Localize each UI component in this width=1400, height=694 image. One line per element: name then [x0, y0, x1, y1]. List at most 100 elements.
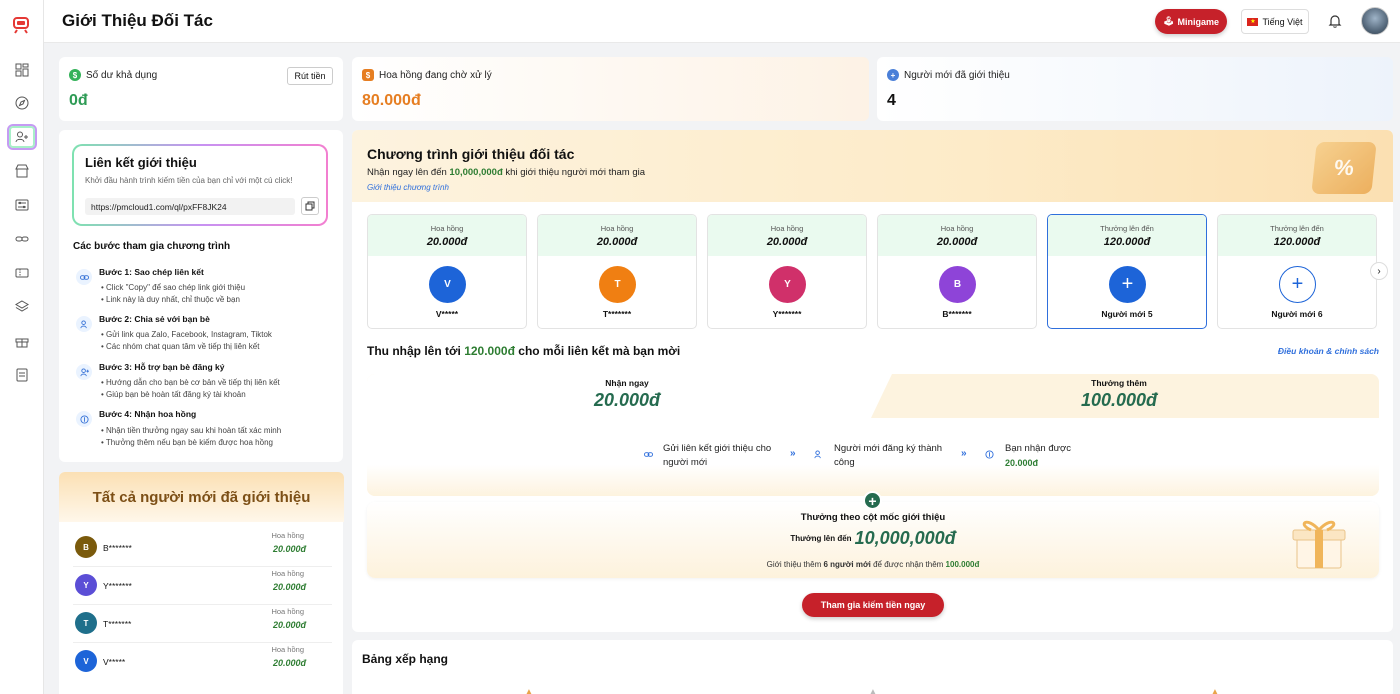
pending-commission-card: $ Hoa hồng đang chờ xử lý 80.000đ — [352, 57, 869, 121]
referral-link-box: Liên kết giới thiệu Khởi đầu hành trình … — [72, 144, 328, 226]
steps-title: Các bước tham gia chương trình — [73, 241, 231, 252]
copy-icon — [305, 201, 315, 211]
pending-label: Hoa hồng đang chờ xử lý — [379, 70, 492, 81]
referred-label: Người mới đã giới thiệu — [904, 70, 1010, 81]
crown-icon: ▲ — [868, 687, 878, 694]
copy-button[interactable] — [301, 197, 319, 215]
terms-link[interactable]: Điều khoản & chính sách — [1278, 346, 1379, 356]
avatar: B — [75, 536, 97, 558]
gift-box-icon — [1292, 520, 1346, 569]
step-3-line-1: • Hướng dẫn cho bạn bè cơ bản về tiếp th… — [101, 378, 280, 387]
withdraw-button[interactable]: Rút tiền — [287, 67, 333, 85]
document-icon[interactable] — [7, 362, 37, 388]
list-item: Y Y******* Hoa hồng 20.000đ — [73, 567, 332, 605]
plus-icon: + — [863, 491, 882, 510]
double-chevron-icon: » — [790, 448, 796, 459]
page-title: Giới Thiệu Đối Tác — [62, 11, 213, 30]
slot-value: 20.000đ — [766, 236, 808, 248]
referral-slot-empty[interactable]: Thưởng lên đến 120.000đ + Người mới 6 — [1217, 214, 1377, 329]
ticket-icon[interactable] — [7, 260, 37, 286]
slot-value: 120.000đ — [1273, 236, 1321, 248]
join-earn-button[interactable]: Tham gia kiếm tiền ngay — [802, 593, 944, 617]
notification-bell-icon[interactable] — [1328, 13, 1342, 29]
referral-card: Liên kết giới thiệu Khởi đầu hành trình … — [59, 130, 343, 462]
referred-name: B******* — [103, 543, 132, 553]
store-icon[interactable] — [7, 158, 37, 184]
users-icon: + — [887, 69, 899, 81]
milestone-box: Thưởng theo cột mốc giới thiệu Thưởng lê… — [367, 502, 1379, 578]
step-4-title: Bước 4: Nhận hoa hồng — [99, 409, 197, 419]
slot-name: Người mới 5 — [1101, 309, 1153, 319]
chevron-right-icon[interactable]: › — [1370, 262, 1388, 280]
program-intro-link[interactable]: Giới thiệu chương trình — [367, 183, 449, 192]
crown-icon: ▲ — [524, 687, 534, 694]
referral-slot-empty[interactable]: Thưởng lên đến 120.000đ + Người mới 5 — [1047, 214, 1207, 329]
commission-value: 20.000đ — [272, 544, 306, 554]
add-icon[interactable]: + — [1279, 266, 1316, 303]
vietnam-flag-icon: ★ — [1247, 17, 1259, 26]
step-4-line-1: • Nhận tiền thưởng ngay sau khi hoàn tất… — [101, 426, 282, 435]
sidebar — [0, 0, 44, 694]
step-1-line-2: • Link này là duy nhất, chỉ thuộc về bạn — [101, 295, 240, 304]
referral-slot: Hoa hồng 20.000đ B B******* — [877, 214, 1037, 329]
list-item: V V***** Hoa hồng 20.000đ — [73, 643, 332, 681]
referred-value: 4 — [887, 92, 896, 109]
referral-link-field[interactable]: https://pmcloud1.com/ql/pxFF8JK24 — [85, 198, 295, 215]
compass-icon[interactable] — [7, 90, 37, 116]
step-1-title: Bước 1: Sao chép liên kết — [99, 267, 204, 277]
milestone-note: Giới thiệu thêm 6 người mới để được nhận… — [766, 560, 980, 569]
referral-slot: Hoa hồng 20.000đ Y Y******* — [707, 214, 867, 329]
slot-label: Hoa hồng — [430, 224, 464, 233]
add-icon[interactable]: + — [1109, 266, 1146, 303]
bonus-label: Thưởng thêm — [1091, 378, 1147, 388]
referred-name: V***** — [103, 657, 126, 667]
user-plus-icon[interactable] — [7, 124, 37, 150]
referred-name: Y******* — [103, 581, 132, 591]
language-label: Tiếng Việt — [1262, 16, 1303, 27]
ranking-title: Bảng xếp hạng — [362, 652, 449, 666]
milestone-amount: Thưởng lên đến 10,000,000đ — [790, 528, 956, 548]
instant-value: 20.000đ — [593, 390, 661, 410]
commission-label: Hoa hồng — [271, 569, 304, 578]
referral-slot: Hoa hồng 20.000đ T T******* — [537, 214, 697, 329]
step-4-line-2: • Thưởng thêm nếu bạn bè kiếm được hoa h… — [101, 438, 273, 447]
partner-program-card: Chương trình giới thiệu đối tác Nhận nga… — [352, 130, 1393, 632]
referred-list-title: Tất cả người mới đã giới thiệu — [59, 472, 344, 522]
referred-count-card: + Người mới đã giới thiệu 4 — [877, 57, 1393, 121]
sliders-icon[interactable] — [7, 192, 37, 218]
user-icon — [811, 447, 825, 461]
avatar: Y — [75, 574, 97, 596]
slot-name: Người mới 6 — [1271, 309, 1323, 319]
link-icon[interactable] — [7, 226, 37, 252]
language-selector[interactable]: ★ Tiếng Việt — [1241, 9, 1309, 34]
minigame-button[interactable]: 🕹 Minigame — [1155, 9, 1227, 34]
slot-name: V***** — [435, 309, 459, 319]
list-item: T T******* Hoa hồng 20.000đ — [73, 605, 332, 643]
step-3-title: Bước 3: Hỗ trợ bạn bè đăng ký — [99, 362, 225, 372]
referral-slot: Hoa hồng 20.000đ V V***** — [367, 214, 527, 329]
slot-label: Thưởng lên đến — [1270, 224, 1324, 233]
joystick-icon: 🕹 — [1163, 16, 1175, 26]
link-icon — [76, 269, 92, 285]
flow-step-send-link: Gửi liên kết giới thiệu cho người mới — [663, 443, 772, 468]
layers-icon[interactable] — [7, 294, 37, 320]
bonus-value: 100.000đ — [1080, 390, 1158, 410]
link-icon — [641, 447, 655, 461]
user-avatar[interactable] — [1361, 7, 1389, 35]
list-item: B B******* Hoa hồng 20.000đ — [73, 529, 332, 567]
money-bag-icon: $ — [362, 69, 374, 81]
flow-step-receive: Bạn nhận được 20.000đ — [1005, 443, 1071, 468]
slot-label: Hoa hồng — [770, 224, 804, 233]
referral-title: Liên kết giới thiệu — [85, 155, 197, 170]
avatar: V — [429, 266, 466, 303]
gift-icon[interactable] — [7, 328, 37, 354]
commission-label: Hoa hồng — [271, 607, 304, 616]
dashboard-icon[interactable] — [7, 57, 37, 83]
milestone-title: Thưởng theo cột mốc giới thiệu — [800, 512, 946, 523]
slot-value: 120.000đ — [1103, 236, 1151, 248]
step-1-line-1: • Click "Copy" để sao chép link giới thi… — [101, 283, 246, 292]
earnings-box: Nhận ngay 20.000đ Thưởng thêm 100.000đ G… — [367, 374, 1379, 496]
slot-value: 20.000đ — [596, 236, 638, 248]
app-logo-icon[interactable] — [9, 13, 33, 37]
program-title: Chương trình giới thiệu đối tác — [367, 146, 575, 162]
